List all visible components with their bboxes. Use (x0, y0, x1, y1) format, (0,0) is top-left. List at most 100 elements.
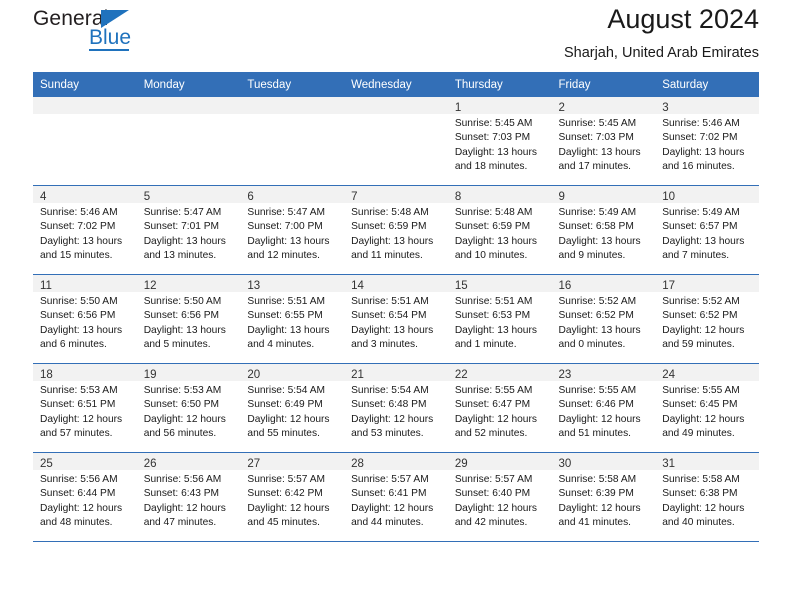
sunrise-line: Sunrise: 5:57 AM (351, 474, 429, 485)
page-header: General Blue August 2024 Sharjah, United… (33, 0, 759, 72)
day-detail-text: Sunrise: 5:50 AM Sunset: 6:56 PM Daylight:… (33, 292, 137, 353)
sunset-line: Sunset: 6:48 PM (351, 399, 427, 411)
sunset-line: Sunset: 7:02 PM (40, 221, 116, 233)
calendar-day-cell[interactable]: 21 Sunrise: 5:54 AM Sunset: 6:48 PM Dayligh… (344, 363, 448, 453)
calendar-day-cell[interactable]: 4 Sunrise: 5:46 AM Sunset: 7:02 PM Daylight… (33, 185, 137, 275)
calendar-day-cell[interactable]: 28 Sunrise: 5:57 AM Sunset: 6:41 PM Dayligh… (344, 452, 448, 542)
calendar-day-cell[interactable]: 27 Sunrise: 5:57 AM Sunset: 6:42 PM Dayligh… (240, 452, 345, 542)
calendar-day-cell[interactable]: 3 Sunrise: 5:46 AM Sunset: 7:02 PM Daylight… (655, 97, 759, 186)
calendar-day-cell[interactable]: 25 Sunrise: 5:56 AM Sunset: 6:44 PM Dayligh… (33, 452, 137, 542)
sunrise-line: Sunrise: 5:56 AM (40, 474, 118, 485)
day-number-band: 29 (447, 453, 552, 470)
calendar-day-cell[interactable]: 26 Sunrise: 5:56 AM Sunset: 6:43 PM Dayligh… (136, 452, 241, 542)
weekday-header-tuesday: Tuesday (240, 72, 345, 97)
day-number-band (344, 97, 448, 114)
sunset-line: Sunset: 6:44 PM (40, 488, 116, 500)
day-number: 4 (40, 191, 47, 203)
day-number-band: 28 (344, 453, 448, 470)
calendar-day-cell[interactable]: 18 Sunrise: 5:53 AM Sunset: 6:51 PM Dayligh… (33, 363, 137, 453)
day-number: 16 (558, 280, 572, 292)
sunset-line: Sunset: 6:59 PM (454, 221, 531, 233)
calendar-day-cell[interactable]: 24 Sunrise: 5:55 AM Sunset: 6:45 PM Dayligh… (655, 363, 759, 453)
day-detail-text: Sunrise: 5:46 AM Sunset: 7:02 PM Daylight:… (33, 203, 137, 264)
daylight-line-1: Daylight: 12 hours (558, 413, 641, 425)
calendar-day-cell[interactable]: 5 Sunrise: 5:47 AM Sunset: 7:01 PM Daylight… (136, 185, 241, 275)
calendar-cell-empty (344, 97, 448, 186)
day-detail-text: Sunrise: 5:57 AM Sunset: 6:40 PM Daylight:… (448, 470, 552, 531)
daylight-line-1: Daylight: 12 hours (662, 413, 745, 425)
daylight-line-2: and 49 minutes. (662, 428, 735, 440)
logo-text-blue: Blue (89, 26, 132, 49)
day-detail-text: Sunrise: 5:46 AM Sunset: 7:02 PM Daylight:… (655, 114, 759, 175)
calendar-day-cell[interactable]: 1 Sunrise: 5:45 AM Sunset: 7:03 PM Daylight… (447, 97, 552, 186)
day-number: 21 (351, 369, 364, 381)
sunrise-line: Sunrise: 5:49 AM (558, 207, 637, 218)
daylight-line-1: Daylight: 12 hours (351, 413, 434, 425)
daylight-line-1: Daylight: 12 hours (247, 413, 330, 425)
calendar-day-cell[interactable]: 11 Sunrise: 5:50 AM Sunset: 6:56 PM Dayligh… (33, 274, 137, 364)
calendar-day-cell[interactable]: 10 Sunrise: 5:49 AM Sunset: 6:57 PM Dayligh… (655, 185, 759, 275)
day-number-band: 18 (33, 364, 137, 381)
calendar-day-cell[interactable]: 8 Sunrise: 5:48 AM Sunset: 6:59 PM Daylight… (447, 185, 552, 275)
calendar-day-cell[interactable]: 31 Sunrise: 5:58 AM Sunset: 6:38 PM Dayligh… (655, 452, 759, 542)
sunset-line: Sunset: 6:45 PM (662, 399, 738, 411)
daylight-line-2: and 52 minutes. (454, 428, 528, 440)
calendar-day-cell[interactable]: 13 Sunrise: 5:51 AM Sunset: 6:55 PM Dayligh… (240, 274, 345, 364)
sunrise-sunset-calendar: Sunday Monday Tuesday Wednesday Thursday Frid… (33, 72, 759, 542)
calendar-day-cell[interactable]: 2 Sunrise: 5:45 AM Sunset: 7:03 PM Daylight… (551, 97, 656, 186)
page-subtitle: Sharjah, United Arab Emirates (563, 45, 759, 61)
sunset-line: Sunset: 6:46 PM (558, 399, 634, 411)
day-detail-text: Sunrise: 5:56 AM Sunset: 6:43 PM Daylight:… (137, 470, 241, 531)
sunset-line: Sunset: 6:56 PM (40, 310, 116, 322)
sunset-line: Sunset: 6:54 PM (351, 310, 427, 322)
calendar-day-cell[interactable]: 9 Sunrise: 5:49 AM Sunset: 6:58 PM Daylight… (551, 185, 656, 275)
sunset-line: Sunset: 7:01 PM (143, 221, 220, 233)
sunrise-line: Sunrise: 5:55 AM (662, 385, 740, 396)
day-detail-text (344, 114, 448, 117)
sunset-line: Sunset: 6:57 PM (662, 221, 738, 233)
day-number: 3 (662, 102, 669, 114)
calendar-day-cell[interactable]: 17 Sunrise: 5:52 AM Sunset: 6:52 PM Dayligh… (655, 274, 759, 364)
sunset-line: Sunset: 6:59 PM (351, 221, 427, 233)
calendar-day-cell[interactable]: 23 Sunrise: 5:55 AM Sunset: 6:46 PM Dayligh… (551, 363, 656, 453)
daylight-line-2: and 7 minutes. (662, 250, 730, 262)
sunset-line: Sunset: 6:58 PM (558, 221, 634, 233)
sunrise-line: Sunrise: 5:50 AM (40, 296, 118, 307)
calendar-day-cell[interactable]: 12 Sunrise: 5:50 AM Sunset: 6:56 PM Dayligh… (136, 274, 241, 364)
calendar-day-cell[interactable]: 7 Sunrise: 5:48 AM Sunset: 6:59 PM Daylight… (344, 185, 448, 275)
day-number: 1 (454, 102, 462, 114)
calendar-page: General Blue August 2024 Sharjah, United… (0, 0, 792, 612)
daylight-line-2: and 42 minutes. (454, 517, 528, 529)
daylight-line-2: and 47 minutes. (143, 517, 217, 529)
calendar-day-cell[interactable]: 30 Sunrise: 5:58 AM Sunset: 6:39 PM Dayligh… (551, 452, 656, 542)
sunrise-line: Sunrise: 5:51 AM (454, 296, 533, 307)
day-number-band: 10 (655, 186, 759, 203)
day-number-band: 19 (136, 364, 241, 381)
daylight-line-2: and 53 minutes. (351, 428, 424, 440)
calendar-day-cell[interactable]: 29 Sunrise: 5:57 AM Sunset: 6:40 PM Dayligh… (447, 452, 552, 542)
calendar-week-row: 4 Sunrise: 5:46 AM Sunset: 7:02 PM Daylight… (33, 185, 759, 275)
general-blue-logo[interactable]: General Blue (33, 8, 153, 56)
sunrise-line: Sunrise: 5:49 AM (662, 207, 740, 218)
sunrise-line: Sunrise: 5:45 AM (558, 118, 637, 129)
calendar-day-cell[interactable]: 6 Sunrise: 5:47 AM Sunset: 7:00 PM Daylight… (240, 185, 345, 275)
day-detail-text: Sunrise: 5:53 AM Sunset: 6:51 PM Daylight:… (33, 381, 137, 442)
calendar-day-cell[interactable]: 22 Sunrise: 5:55 AM Sunset: 6:47 PM Dayligh… (447, 363, 552, 453)
calendar-day-cell[interactable]: 20 Sunrise: 5:54 AM Sunset: 6:49 PM Dayligh… (240, 363, 345, 453)
sunset-line: Sunset: 6:43 PM (143, 488, 220, 500)
day-number: 19 (143, 369, 157, 381)
logo-underline (89, 49, 129, 51)
daylight-line-2: and 18 minutes. (454, 161, 528, 173)
weekday-header-wednesday: Wednesday (344, 72, 448, 97)
daylight-line-1: Daylight: 13 hours (558, 235, 641, 247)
daylight-line-2: and 57 minutes. (40, 428, 113, 440)
daylight-line-2: and 12 minutes. (247, 250, 320, 262)
day-number-band: 15 (447, 275, 552, 292)
calendar-day-cell[interactable]: 15 Sunrise: 5:51 AM Sunset: 6:53 PM Dayligh… (447, 274, 552, 364)
calendar-day-cell[interactable]: 14 Sunrise: 5:51 AM Sunset: 6:54 PM Dayligh… (344, 274, 448, 364)
calendar-day-cell[interactable]: 16 Sunrise: 5:52 AM Sunset: 6:52 PM Dayligh… (551, 274, 656, 364)
day-detail-text: Sunrise: 5:54 AM Sunset: 6:48 PM Daylight:… (344, 381, 448, 442)
calendar-day-cell[interactable]: 19 Sunrise: 5:53 AM Sunset: 6:50 PM Dayligh… (136, 363, 241, 453)
sunset-line: Sunset: 6:52 PM (662, 310, 738, 322)
sunset-line: Sunset: 6:56 PM (143, 310, 220, 322)
